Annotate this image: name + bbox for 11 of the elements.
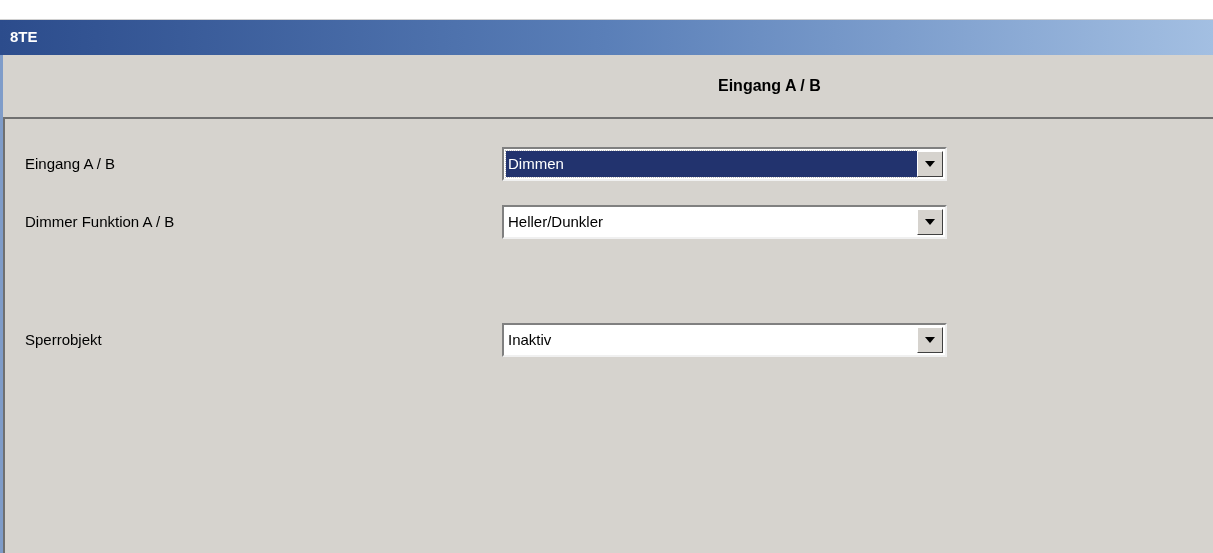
window-title: 8TE [10, 27, 38, 48]
field-label: Dimmer Funktion A / B [25, 211, 176, 232]
dropdown-value: Inaktiv [507, 329, 553, 350]
dropdown-value: Dimmen [506, 151, 917, 177]
dropdown-value: Heller/Dunkler [507, 211, 605, 232]
dropdown[interactable]: Inaktiv [502, 323, 947, 357]
field-label: Eingang A / B [25, 153, 117, 174]
section-title: Eingang A / B [718, 76, 821, 96]
dropdown[interactable]: Heller/Dunkler [502, 205, 947, 239]
dropdown[interactable]: Dimmen [502, 147, 947, 181]
field-label: Sperrobjekt [25, 329, 103, 350]
